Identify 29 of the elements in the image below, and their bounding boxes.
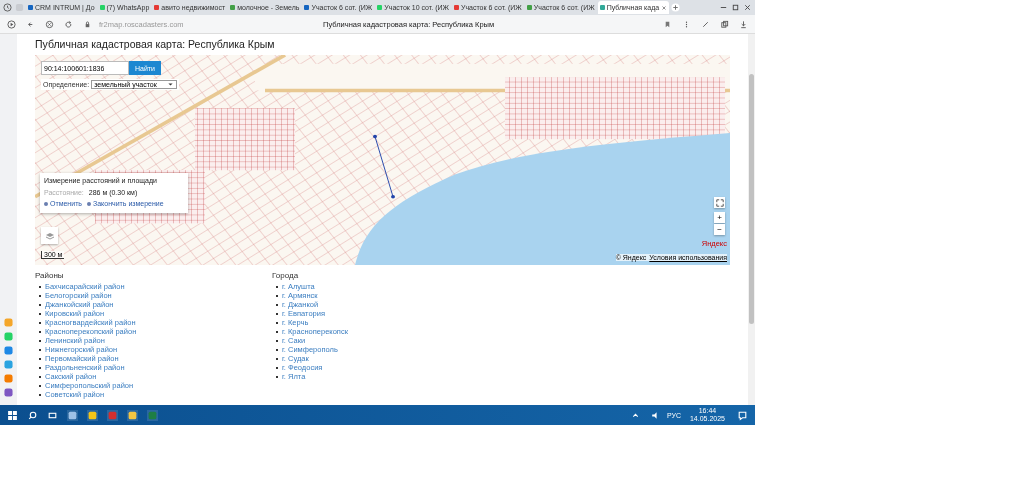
- districts-heading: Районы: [35, 271, 65, 281]
- zoom-in-button[interactable]: +: [714, 212, 725, 223]
- zoom-out-button[interactable]: −: [714, 224, 725, 235]
- reload-icon[interactable]: [64, 19, 73, 29]
- cities-heading: Города: [272, 271, 300, 281]
- close-icon[interactable]: [743, 3, 752, 12]
- lock-icon: [83, 19, 92, 29]
- pen-icon[interactable]: [701, 19, 710, 29]
- play-circle-icon[interactable]: [7, 19, 16, 29]
- close-icon[interactable]: [45, 19, 54, 29]
- taskbar-app-icon[interactable]: [127, 409, 138, 421]
- layers-button[interactable]: [41, 227, 58, 244]
- windows-start-icon[interactable]: [7, 409, 18, 421]
- search-icon[interactable]: [27, 409, 38, 421]
- scrollbar[interactable]: [748, 34, 755, 405]
- close-tab-icon[interactable]: [661, 4, 668, 11]
- window-restore-icon[interactable]: [731, 3, 740, 12]
- taskbar-app-icon[interactable]: [87, 409, 98, 421]
- layers-icon: [44, 230, 55, 241]
- new-tab-icon[interactable]: [671, 3, 681, 12]
- fullscreen-button[interactable]: [714, 197, 725, 208]
- taskbar-app-icon[interactable]: [67, 409, 78, 421]
- copy-icon[interactable]: [720, 19, 729, 29]
- notification-icon[interactable]: [737, 409, 748, 421]
- history-icon[interactable]: [3, 3, 12, 12]
- page-heading: Публичная кадастровая карта: Республика Крым: [35, 38, 276, 51]
- bookmark-icon[interactable]: [663, 19, 672, 29]
- download-icon[interactable]: [739, 19, 748, 29]
- caret-icon[interactable]: [166, 81, 174, 88]
